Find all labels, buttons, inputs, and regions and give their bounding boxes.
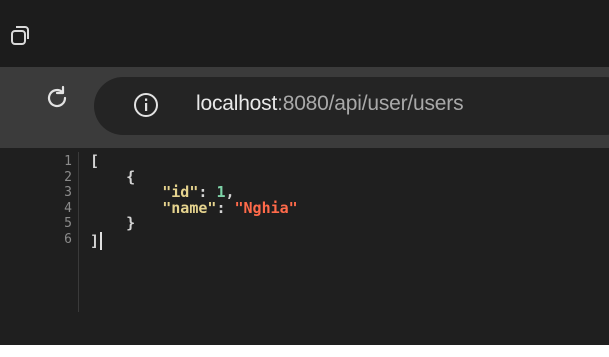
colon: : [216,198,235,217]
code-line-6: ] [90,231,298,250]
reload-icon[interactable] [43,84,71,112]
gutter-divider [78,152,79,312]
code-line-5: } [90,214,298,232]
line-number: 4 [64,200,72,216]
url-path: :8080/api/user/users [277,92,464,115]
title-bar [0,0,609,67]
line-number: 6 [64,231,72,247]
tab-actions-icon[interactable] [8,22,34,48]
url-host: localhost [196,92,278,115]
text-cursor [100,231,103,250]
line-number-gutter: 1 2 3 4 5 6 [48,154,78,247]
browser-window: localhost:8080/api/user/users 1 2 3 4 5 … [0,0,609,345]
close-bracket: ] [90,231,100,250]
url-text[interactable]: localhost:8080/api/user/users [196,89,464,119]
line-number: 3 [64,185,72,200]
line-number: 1 [64,154,72,169]
code-lines: [ { "id": 1, "name": "Nghia" } ] [90,153,298,250]
line-number: 5 [64,216,72,231]
close-brace: } [126,214,136,232]
json-key-name: "name" [162,198,217,217]
json-value-name: "Nghia" [234,198,298,217]
json-viewer[interactable]: 1 2 3 4 5 6 [ { "id": 1, "name": "Nghia"… [0,148,609,345]
info-icon[interactable] [132,91,160,119]
line-number: 2 [64,169,72,185]
